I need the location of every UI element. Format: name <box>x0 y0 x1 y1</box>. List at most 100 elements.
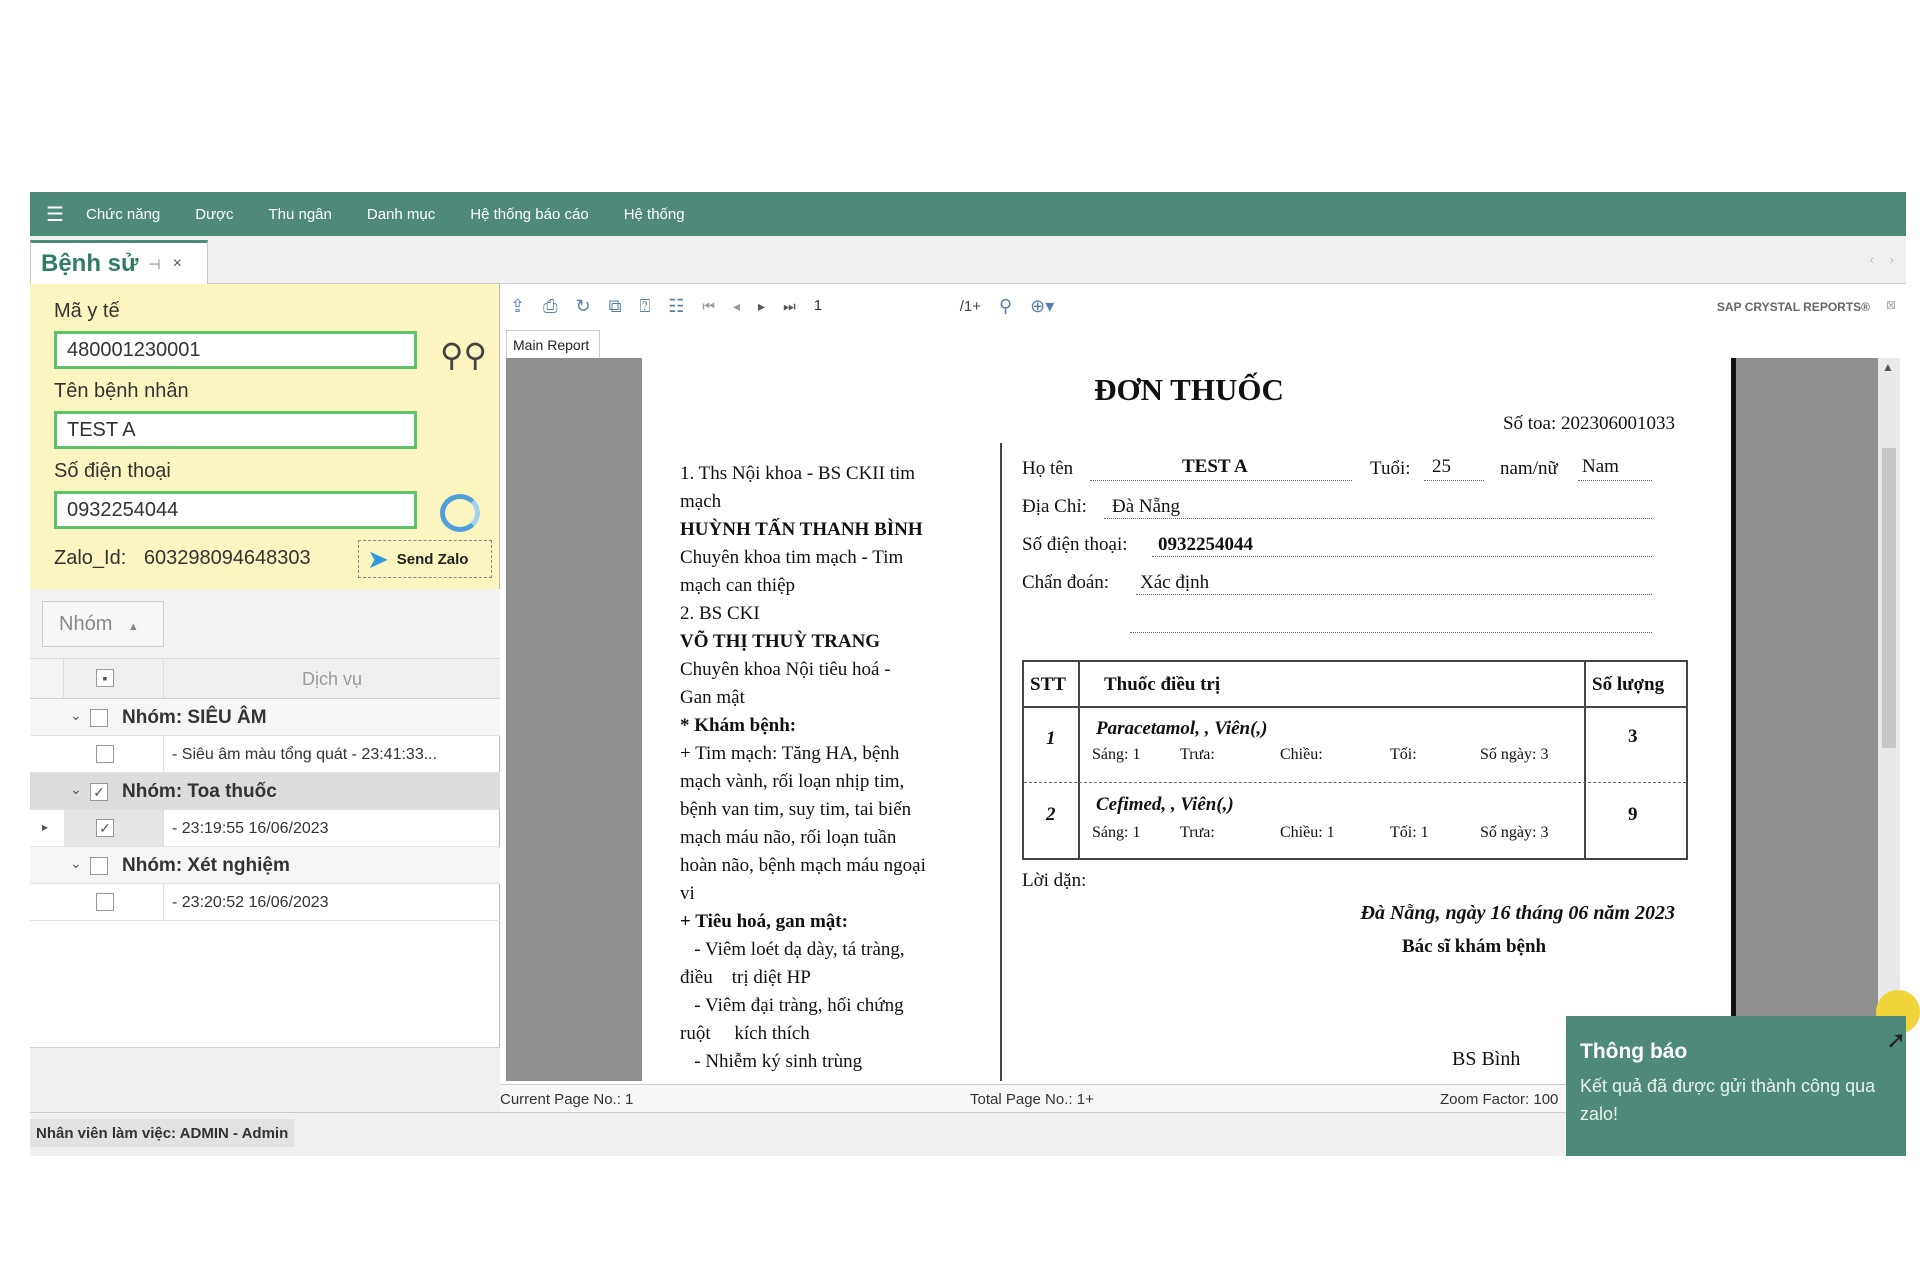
tuoi-label: Tuổi: <box>1370 458 1411 479</box>
doctor-name: BS Bình <box>1452 1048 1521 1070</box>
prescription-number: Số toa: 202306001033 <box>1502 413 1675 434</box>
chevron-down-icon[interactable]: ⌄ <box>70 707 82 724</box>
group-title: Nhóm: Xét nghiệm <box>122 855 290 876</box>
page-number-input[interactable]: 1 <box>814 294 944 318</box>
ma-yte-input[interactable]: 480001230001 <box>54 331 417 369</box>
menu-danh-muc[interactable]: Danh mục <box>367 206 435 223</box>
clinic-line: - Viêm loét dạ dày, tá tràng, <box>680 939 905 960</box>
copy-icon[interactable]: ⧉ <box>609 296 622 317</box>
group-row-toa-thuoc[interactable]: ⌄ ✓ Nhóm: Toa thuốc <box>30 773 500 810</box>
dotted-line <box>1104 518 1652 519</box>
gioi-tinh-value: Nam <box>1582 456 1619 477</box>
binoculars-search-icon[interactable]: ⚲⚲ <box>440 336 487 374</box>
clinic-line: điều trị diệt HP <box>680 967 811 988</box>
grid-header-indicator <box>30 659 64 698</box>
find-binoculars-icon[interactable]: ⚲ <box>999 296 1012 317</box>
clinic-line: hoàn não, bệnh mạch máu ngoại <box>680 855 926 876</box>
table-row[interactable]: ▸ ✓ - 23:19:55 16/06/2023 <box>30 810 500 847</box>
tab-main-report[interactable]: Main Report <box>506 330 600 358</box>
group-row-sieu-am[interactable]: ⌄ Nhóm: SIÊU ÂM <box>30 699 500 736</box>
row-checkbox[interactable] <box>96 745 114 763</box>
clinic-line: * Khám bệnh: <box>680 715 797 736</box>
last-page-icon[interactable]: ⏭ <box>783 298 796 315</box>
menu-thu-ngan[interactable]: Thu ngân <box>268 206 331 223</box>
row-checkbox[interactable]: ✓ <box>96 819 114 837</box>
rx-so-luong: 3 <box>1628 726 1638 747</box>
tab-benh-su[interactable]: Bệnh sử ⊣ × <box>30 240 208 285</box>
export-icon[interactable]: ⇪ <box>510 296 525 317</box>
dotted-line <box>1578 480 1652 481</box>
so-luong-header: Số lượng <box>1592 674 1665 695</box>
select-all-checkbox[interactable]: ▪ <box>96 669 114 687</box>
zoom-icon[interactable]: ⊕▾ <box>1030 296 1054 317</box>
tab-scroll-arrows-icon[interactable]: ‹ › <box>1870 252 1900 267</box>
so-dien-thoai-input[interactable]: 0932254044 <box>54 491 417 529</box>
scroll-up-icon[interactable]: ▲ <box>1882 360 1894 374</box>
mouse-cursor-icon: ➚ <box>1886 1027 1907 1054</box>
row-divider <box>1024 782 1686 783</box>
prev-page-icon[interactable]: ◂ <box>733 298 740 315</box>
rx-sang: Sáng: 1 <box>1092 746 1141 763</box>
chevron-down-icon[interactable]: ⌄ <box>70 855 82 872</box>
menu-chuc-nang[interactable]: Chức năng <box>86 206 160 223</box>
so-dien-thoai-value: 0932254044 <box>1158 534 1253 555</box>
rx-drug-name: Cefimed, , Viên(,) <box>1096 794 1234 815</box>
current-user-status: Nhân viên làm việc: ADMIN - Admin <box>30 1119 295 1147</box>
signature-date: Đà Nẵng, ngày 16 tháng 06 năm 2023 <box>1360 902 1676 924</box>
app-menu-icon[interactable]: ☰ <box>46 202 86 227</box>
zalo-id-value: 603298094648303 <box>143 547 311 569</box>
parameters-icon[interactable]: ⍰ <box>639 296 650 317</box>
rx-so-luong: 9 <box>1628 804 1638 825</box>
chan-doan-label: Chẩn đoán: <box>1022 572 1110 593</box>
chevron-down-icon[interactable]: ⌄ <box>70 781 82 798</box>
rx-toi: Tối: <box>1390 746 1417 763</box>
doctor-title: Bác sĩ khám bệnh <box>1402 936 1547 957</box>
prescription-title: ĐƠN THUỐC <box>1094 372 1284 407</box>
scroll-thumb[interactable] <box>1882 448 1896 748</box>
table-row[interactable]: - Siêu âm màu tổng quát - 23:41:33... <box>30 736 500 773</box>
send-zalo-button[interactable]: ➤ Send Zalo <box>358 540 492 578</box>
vertical-scrollbar[interactable]: ▲ <box>1878 358 1900 1081</box>
next-page-icon[interactable]: ▸ <box>758 298 765 315</box>
send-zalo-label: Send Zalo <box>396 550 469 568</box>
print-icon[interactable]: ⎙ <box>543 296 557 317</box>
rx-trua: Trưa: <box>1180 824 1215 841</box>
dotted-line <box>1152 556 1652 557</box>
sort-up-icon: ▲ <box>127 621 139 633</box>
row-checkbox[interactable] <box>96 893 114 911</box>
clinic-line: mạch <box>680 491 722 512</box>
ten-benh-nhan-input[interactable]: TEST A <box>54 411 417 449</box>
group-checkbox[interactable] <box>90 857 108 875</box>
brand-close-icon[interactable]: ⊠ <box>1886 298 1896 312</box>
menu-duoc[interactable]: Dược <box>195 206 233 223</box>
notification-toast[interactable]: Thông báo Kết quả đã được gửi thành công… <box>1566 1016 1906 1156</box>
table-row[interactable]: - 23:20:52 16/06/2023 <box>30 884 500 921</box>
clinic-line: - Viêm đại tràng, hối chứng <box>680 995 904 1016</box>
nhom-label: Nhóm <box>59 613 113 635</box>
group-by-nhom-button[interactable]: Nhóm ▲ <box>42 601 164 647</box>
ho-ten-label: Họ tên <box>1022 458 1074 479</box>
first-page-icon[interactable]: ⏮ <box>702 298 715 315</box>
gioi-tinh-label: nam/nữ <box>1500 458 1558 479</box>
group-checkbox[interactable] <box>90 709 108 727</box>
clinic-line: Chuyên khoa Nội tiêu hoá - <box>680 659 891 680</box>
menu-bar: ☰ Chức năng Dược Thu ngân Danh mục Hệ th… <box>30 192 1906 236</box>
close-icon[interactable]: × <box>173 255 182 273</box>
refresh-icon[interactable] <box>440 494 480 532</box>
toast-title: Thông báo <box>1580 1040 1688 1063</box>
left-panel: Mã y tế 480001230001 ⚲⚲ Tên bệnh nhân TE… <box>30 284 500 1112</box>
menu-he-thong-bao-cao[interactable]: Hệ thống báo cáo <box>470 206 588 223</box>
menu-he-thong[interactable]: Hệ thống <box>624 206 685 223</box>
group-checkbox[interactable]: ✓ <box>90 783 108 801</box>
table-column-divider <box>1584 662 1586 858</box>
refresh-report-icon[interactable]: ↻ <box>576 296 591 317</box>
rx-chieu: Chiều: <box>1280 746 1323 763</box>
row-checkbox-cell <box>64 884 164 920</box>
clinic-line: HUỲNH TẤN THANH BÌNH <box>680 519 923 540</box>
group-tree-icon[interactable]: ☷ <box>668 296 684 317</box>
tuoi-value: 25 <box>1432 456 1451 477</box>
dich-vu-column-header[interactable]: Dịch vụ <box>164 669 500 690</box>
group-row-xet-nghiem[interactable]: ⌄ Nhóm: Xét nghiệm <box>30 847 500 884</box>
total-pages: /1+ <box>959 297 981 315</box>
pin-icon[interactable]: ⊣ <box>148 256 160 273</box>
